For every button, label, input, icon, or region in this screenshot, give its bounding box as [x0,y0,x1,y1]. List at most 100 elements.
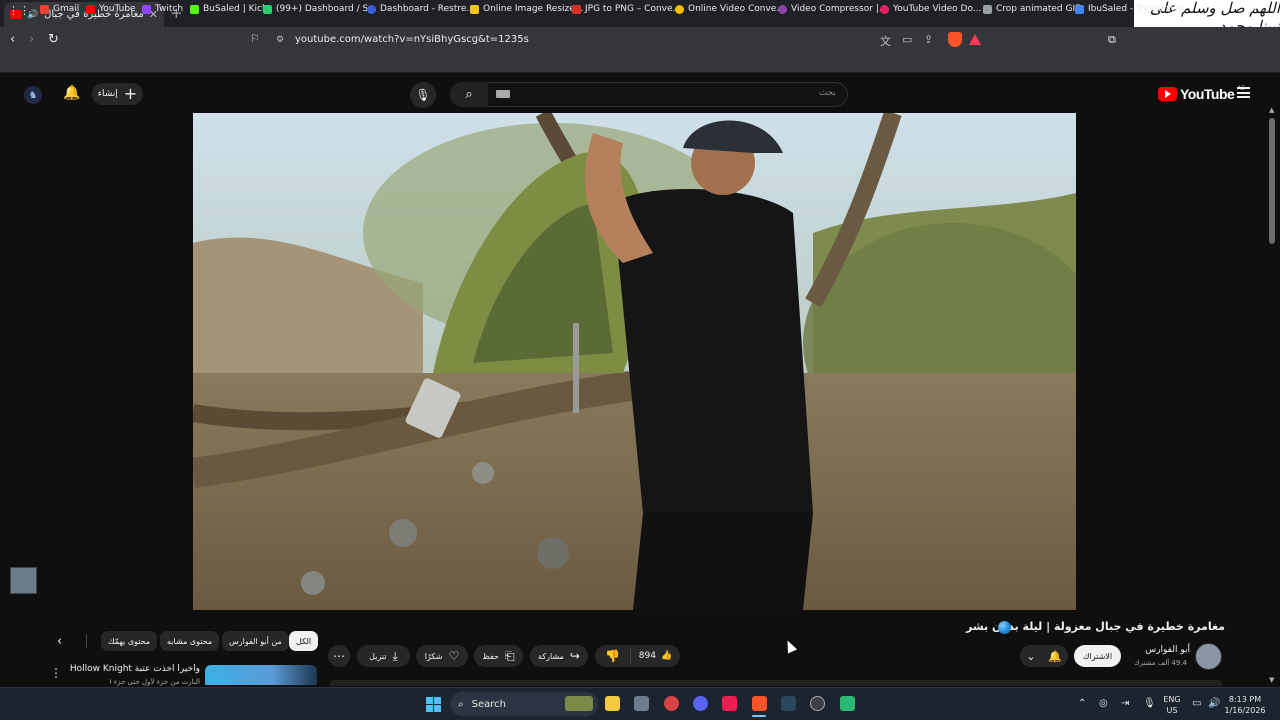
microsoft-store-icon[interactable] [634,696,649,711]
subscribe-button[interactable]: الاشتراك [1074,645,1121,667]
bookmark-icon[interactable]: ⚐ [250,32,260,45]
hamburger-menu-icon[interactable] [1237,87,1250,98]
bookmarks-bar [0,53,1280,73]
clock[interactable]: 8:13 PM 1/16/2026 [1222,694,1268,716]
network-icon[interactable]: ▭ [1192,698,1201,709]
taskbar-search-label: Search [471,698,506,710]
bookmark-jpg-to-png[interactable]: JPG to PNG – Conve... [572,4,681,14]
language-code: ENG [1163,695,1181,704]
save-button[interactable]: حفظ ⎗ [474,645,523,667]
cast-icon[interactable]: ▭ [902,33,912,46]
tray-mic-icon[interactable]: 🎙 [1143,698,1156,709]
bookmark-dashboard-s[interactable]: (99+) Dashboard / S... [263,4,377,14]
recommendation-subtitle: البارت من جزء لأول حتى جزء 9 [110,678,200,686]
bookmark-youtube[interactable]: YouTube [86,4,136,14]
restream-icon [367,4,376,14]
chips-previous-icon[interactable]: ‹ [57,634,62,649]
steam-icon[interactable] [781,696,796,711]
bookmark-gmail[interactable]: Gmail [40,4,79,14]
language-indicator[interactable]: ENG US [1160,694,1184,716]
dislike-button[interactable]: 👎 [595,649,631,663]
kick-icon [190,4,199,14]
chevron-down-icon: ⌄ [1026,649,1036,663]
tray-chevron-icon[interactable]: ⌃ [1078,698,1086,709]
bookmark-image-resizer[interactable]: Online Image Resize... [470,4,583,14]
like-button[interactable]: 894 👍 [631,651,680,661]
translate-icon[interactable]: 文 [880,33,891,49]
scroll-up-icon[interactable]: ▲ [1269,106,1274,114]
video-converter-icon [675,4,684,14]
more-actions-icon[interactable]: ⋯ [328,645,350,667]
bookmark-restream[interactable]: Dashboard - Restre... [367,4,475,14]
extensions-icon[interactable]: ⧉ [1108,33,1116,47]
keyboard-icon[interactable] [496,90,510,98]
red-app-icon[interactable] [664,696,679,711]
channel-avatar[interactable] [1195,643,1222,670]
share-icon[interactable]: ⇪ [924,33,933,46]
recommendation-menu-icon[interactable]: ⋮ [50,666,62,680]
back-icon[interactable]: ‹ [10,32,15,47]
chip-related[interactable]: محتوى مشابه [160,631,220,651]
active-app-indicator [752,715,766,717]
create-button[interactable]: إنشاء + [92,83,143,105]
browser-toolbar [0,27,1280,53]
thanks-label: شكرًا [424,651,443,661]
volume-icon[interactable]: 🔊 [1208,698,1220,709]
mini-thumbnail[interactable] [10,567,37,594]
forward-icon[interactable]: › [29,32,34,47]
chip-all[interactable]: الكل [289,631,319,651]
bookmark-video-converter[interactable]: Online Video Conve... [675,4,785,14]
notification-settings-button[interactable]: ⌄ 🔔 [1020,645,1068,667]
brave-rewards-icon[interactable] [969,34,981,45]
account-avatar[interactable]: ♞ [24,86,42,104]
crop-gif-icon [983,4,992,14]
thumbs-up-icon: 👍 [660,651,673,661]
obs-icon[interactable] [810,696,825,711]
subscriber-count: 49.4 ألف مشترك [1133,659,1187,667]
thumbs-down-icon: 👎 [605,649,620,663]
reload-icon[interactable]: ↻ [48,32,59,47]
video-frame [193,113,1076,610]
thanks-button[interactable]: شكرًا ♡ [416,645,468,667]
brave-shield-icon[interactable] [948,32,962,47]
brave-browser-icon[interactable] [752,696,767,711]
tray-media-icon[interactable]: ⇥ [1121,698,1129,709]
apps-grid-icon[interactable]: ⋮⋮ [8,4,30,17]
voice-search-icon[interactable]: 🎙 [410,82,436,108]
bookmark-youtube-downloader[interactable]: YouTube Video Do... [880,4,981,14]
more-bookmarks-icon[interactable]: » [1251,4,1257,15]
share-button[interactable]: مشاركة ↪ [530,645,588,667]
windows-start-icon[interactable] [426,697,441,712]
download-button[interactable]: تنزيل ⤓ [357,645,410,667]
chip-for-you[interactable]: محتوى يهمّك [101,631,158,651]
recommendation-title[interactable]: وأخيراً أخذت عتبة Hollow Knight [70,664,200,674]
scroll-down-icon[interactable]: ▼ [1269,676,1274,684]
notifications-bell-icon[interactable]: 🔔 [63,85,80,101]
scrollbar-thumb[interactable] [1269,118,1275,244]
page-scrollbar[interactable] [1268,114,1276,684]
youtube-wordmark: YouTube [1180,86,1235,102]
channel-name[interactable]: أبو الفوارس [1120,645,1190,655]
chip-from-channel[interactable]: من أبو الفوارس [222,631,289,651]
bookmark-crop-gif[interactable]: Crop animated GIF [983,4,1080,14]
image-resizer-icon [470,4,479,14]
clock-date: 1/16/2026 [1224,706,1266,715]
file-explorer-icon[interactable] [605,696,620,711]
bookmark-twitch[interactable]: Twitch [142,4,183,14]
green-app-icon[interactable] [840,696,855,711]
site-info-icon[interactable]: ⚙ [276,35,284,45]
video-player[interactable] [193,113,1076,610]
discord-icon[interactable] [693,696,708,711]
youtube-downloader-icon [880,4,889,14]
youtube-logo[interactable]: YouTube AE [1158,85,1245,102]
tiktok-icon[interactable] [722,696,737,711]
recommendation-thumbnail[interactable] [205,665,317,685]
bookmark-video-compressor[interactable]: Video Compressor |... [778,4,887,14]
bookmark-triggerfyre[interactable]: IbuSaled - Triggerfyre [1075,4,1184,14]
bookmark-kick[interactable]: BuSaled | Kick [190,4,267,14]
dashboard-icon [263,4,272,14]
gmail-icon [40,4,49,14]
search-icon[interactable]: ⌕ [450,82,488,107]
url-text[interactable]: youtube.com/watch?v=nYsiBhyGscg&t=1235s [295,34,529,45]
tray-app-icon[interactable]: ◎ [1099,698,1108,709]
